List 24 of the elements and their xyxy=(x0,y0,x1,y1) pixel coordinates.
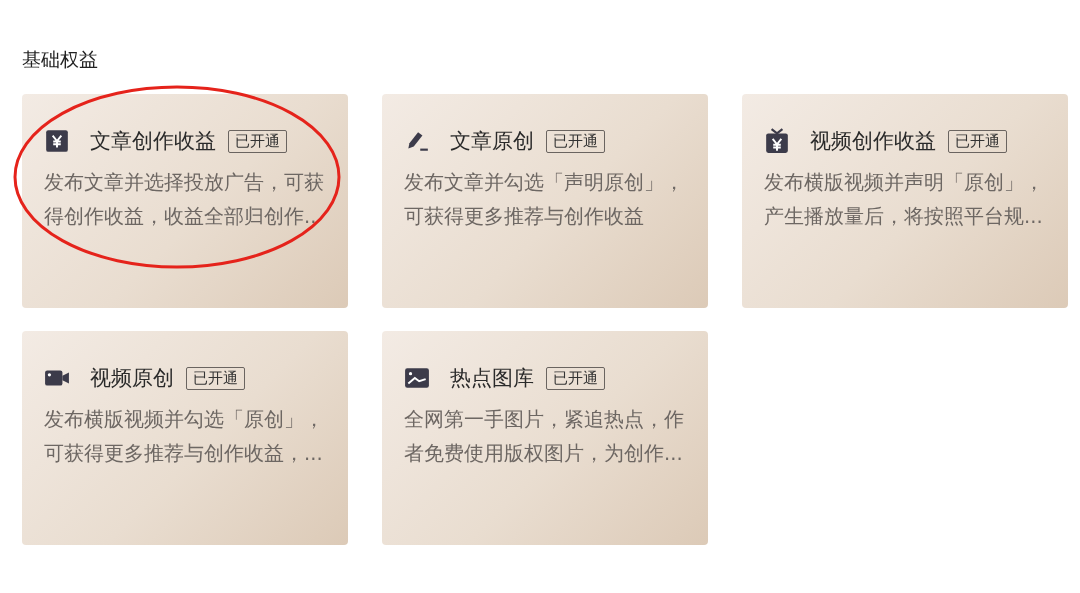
card-description: 发布横版视频并声明「原创」，产生播放量后，将按照平台规... xyxy=(764,170,1045,230)
card-description: 发布文章并勾选「声明原创」，可获得更多推荐与创作收益 xyxy=(404,170,685,230)
card-description: 发布横版视频并勾选「原创」，可获得更多推荐与创作收益，... xyxy=(44,407,325,467)
benefit-card[interactable]: 文章原创 已开通 发布文章并勾选「声明原创」，可获得更多推荐与创作收益 xyxy=(382,94,708,308)
status-badge: 已开通 xyxy=(546,129,605,153)
status-badge: 已开通 xyxy=(546,366,605,390)
card-title: 热点图库 xyxy=(450,365,534,392)
benefit-card[interactable]: 视频原创 已开通 发布横版视频并勾选「原创」，可获得更多推荐与创作收益，... xyxy=(22,331,348,545)
image-icon xyxy=(404,365,430,391)
section-title: 基础权益 xyxy=(22,47,99,72)
yen-icon xyxy=(44,128,70,154)
card-description: 发布文章并选择投放广告，可获得创作收益，收益全部归创作.. xyxy=(44,170,325,230)
status-badge: 已开通 xyxy=(186,366,245,390)
card-title: 视频原创 xyxy=(90,365,174,392)
card-description: 全网第一手图片，紧追热点，作者免费使用版权图片，为创作... xyxy=(404,407,685,467)
status-badge: 已开通 xyxy=(948,129,1007,153)
card-title: 文章原创 xyxy=(450,128,534,155)
card-title: 视频创作收益 xyxy=(810,128,936,155)
benefit-card[interactable]: 视频创作收益 已开通 发布横版视频并声明「原创」，产生播放量后，将按照平台规... xyxy=(742,94,1068,308)
tv-icon xyxy=(764,128,790,154)
card-title: 文章创作收益 xyxy=(90,128,216,155)
benefit-card[interactable]: 文章创作收益 已开通 发布文章并选择投放广告，可获得创作收益，收益全部归创作.. xyxy=(22,94,348,308)
status-badge: 已开通 xyxy=(228,129,287,153)
benefit-card[interactable]: 热点图库 已开通 全网第一手图片，紧追热点，作者免费使用版权图片，为创作... xyxy=(382,331,708,545)
